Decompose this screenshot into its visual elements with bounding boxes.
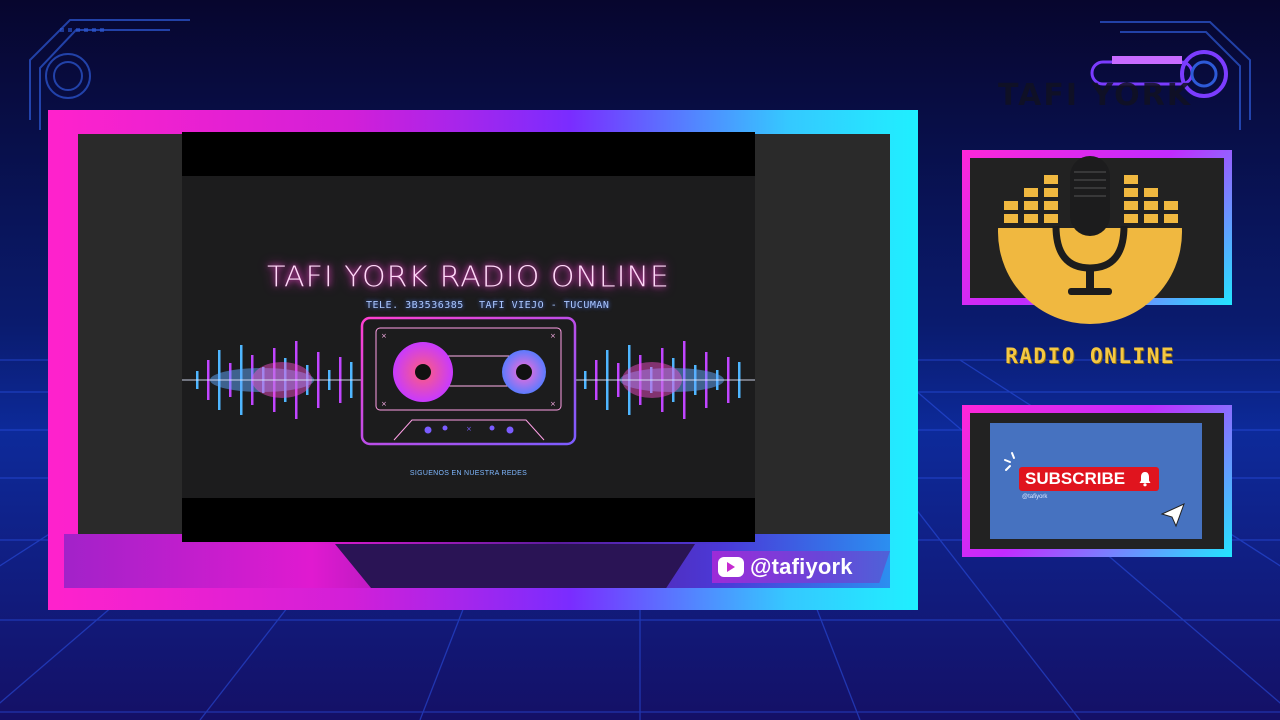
equalizer-block	[1124, 214, 1138, 223]
youtube-icon	[718, 557, 744, 577]
equalizer-block	[1024, 214, 1038, 223]
equalizer-block	[1124, 175, 1138, 184]
equalizer-block	[1044, 188, 1058, 197]
equalizer-block	[1004, 201, 1018, 210]
subscribe-handle: @tafiyork	[1022, 494, 1048, 500]
cursor-arrow-icon	[1160, 503, 1185, 528]
equalizer-block	[1044, 175, 1058, 184]
svg-text:×: ×	[381, 332, 387, 340]
equalizer-block	[1044, 214, 1058, 223]
video-player[interactable]: TAFI YORK RADIO ONLINE TELE. 3B3536385 T…	[182, 132, 755, 542]
equalizer-block	[1164, 201, 1178, 210]
equalizer-block	[1024, 188, 1038, 197]
equalizer-block	[1164, 214, 1178, 223]
equalizer-block	[1024, 201, 1038, 210]
svg-text:×: ×	[550, 400, 556, 408]
svg-text:×: ×	[466, 425, 472, 433]
equalizer-block	[1144, 201, 1158, 210]
brand-title: TAFI YORK	[998, 78, 1192, 113]
bottom-band-notch	[335, 544, 695, 588]
video-location: TAFI VIEJO - TUCUMAN	[479, 300, 610, 311]
equalizer-block	[1144, 214, 1158, 223]
microphone-logo-icon	[998, 156, 1182, 324]
equalizer-block	[1004, 214, 1018, 223]
video-phone: TELE. 3B3536385	[366, 300, 464, 311]
youtube-handle-badge[interactable]: @tafiyork	[712, 551, 890, 583]
video-frame: TAFI YORK RADIO ONLINE TELE. 3B3536385 T…	[182, 176, 755, 498]
equalizer-block	[1044, 201, 1058, 210]
video-follow-text: SIGUENOS EN NUESTRA REDES	[409, 470, 528, 477]
equalizer-block	[1124, 201, 1138, 210]
svg-text:×: ×	[550, 332, 556, 340]
subscribe-button[interactable]: SUBSCRIBE	[1019, 467, 1159, 491]
video-title: TAFI YORK RADIO ONLINE	[267, 260, 670, 295]
subscribe-label: SUBSCRIBE	[1025, 469, 1126, 488]
equalizer-block	[1124, 188, 1138, 197]
audio-waveform: × × × × ×	[182, 316, 755, 446]
svg-text:×: ×	[381, 400, 387, 408]
equalizer-block	[1144, 188, 1158, 197]
radio-online-label: RADIO ONLINE	[1005, 344, 1175, 368]
youtube-handle: @tafiyork	[750, 554, 853, 579]
bell-icon[interactable]	[1137, 471, 1153, 487]
